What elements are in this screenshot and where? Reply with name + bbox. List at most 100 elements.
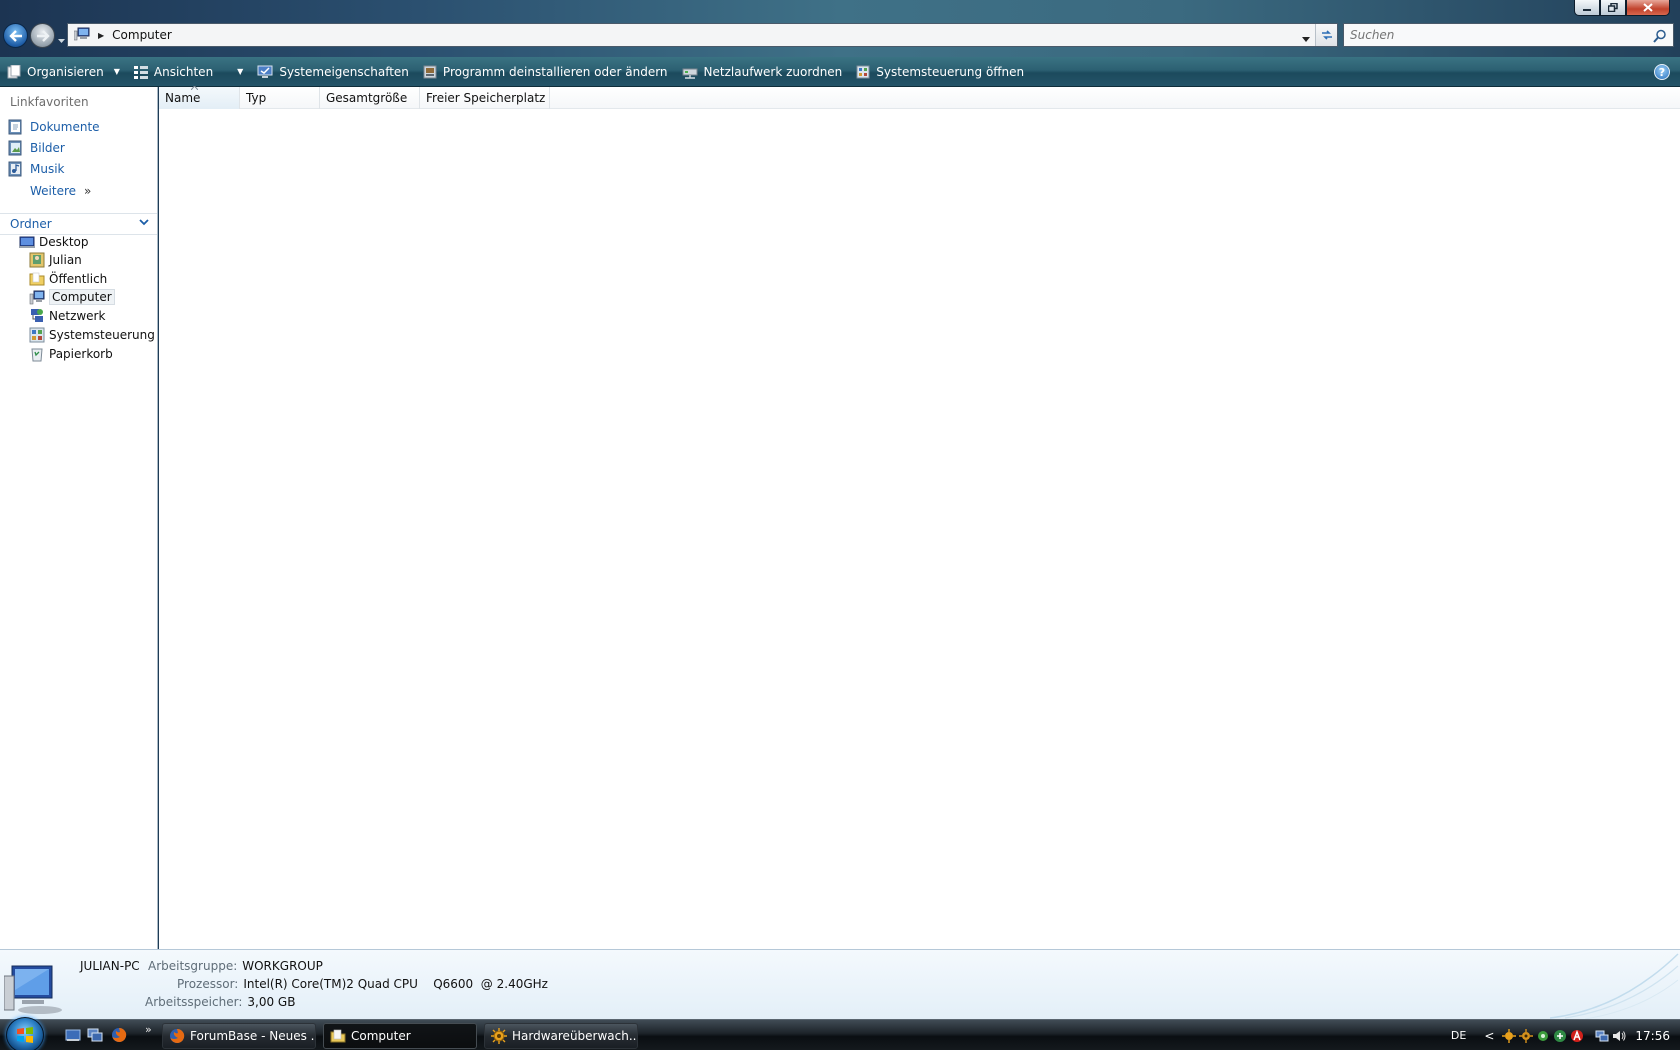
taskbar-button-label: ForumBase - Neues ... [190,1029,316,1043]
folders-header[interactable]: Ordner [0,213,157,235]
network-drive-icon [682,65,698,79]
column-header-type[interactable]: Typ [240,87,320,109]
taskbar-button-label: Computer [351,1029,411,1043]
tree-item-recycle-bin[interactable]: Papierkorb [29,345,113,363]
computer-name: JULIAN-PC [80,959,140,973]
title-bar: ▶ Computer [0,0,1680,57]
tree-item-desktop[interactable]: Desktop [19,233,89,251]
explorer-icon [330,1029,346,1043]
window-controls [1574,0,1670,16]
open-control-panel-button[interactable]: Systemsteuerung öffnen [849,59,1031,85]
clock[interactable]: 17:56 [1635,1029,1670,1043]
details-pane: JULIAN-PC Arbeitsgruppe: WORKGROUP Prozes… [0,949,1680,1019]
sensor-tray-icon[interactable] [1536,1029,1550,1043]
pictures-icon [8,140,22,156]
column-header-label: Freier Speicherplatz [426,91,546,105]
network-status-tray-icon[interactable] [1553,1029,1567,1043]
map-network-drive-button[interactable]: Netzlaufwerk zuordnen [675,59,850,85]
restore-button[interactable] [1600,0,1626,16]
windows-logo-icon [17,1027,33,1043]
tree-item-network[interactable]: Netzwerk [29,307,105,325]
tree-item-public[interactable]: Öffentlich [29,270,107,288]
system-properties-icon [257,65,273,79]
language-indicator[interactable]: DE [1451,1029,1466,1042]
system-properties-label: Systemeigenschaften [279,64,409,79]
search-icon[interactable] [1653,29,1667,46]
system-properties-button[interactable]: Systemeigenschaften [250,59,416,85]
recycle-bin-icon [31,348,43,362]
folders-heading: Ordner [10,217,52,231]
detail-row-memory: Arbeitsspeicher: 3,00 GB [145,995,295,1009]
forward-button[interactable] [30,23,55,48]
breadcrumb-computer[interactable]: Computer [112,28,172,42]
show-hidden-icons-button[interactable]: < [1484,1029,1494,1043]
back-button[interactable] [3,23,28,48]
column-header-label: Name [165,91,201,105]
show-desktop-icon[interactable] [65,1027,81,1043]
column-header-name[interactable]: Name [159,86,240,109]
quick-launch-more-button[interactable]: » [145,1023,152,1036]
antivirus-tray-icon[interactable] [1570,1029,1584,1043]
address-bar[interactable]: ▶ Computer [67,23,1338,47]
switch-windows-icon[interactable] [87,1027,103,1043]
detail-value: Intel(R) Core(TM)2 Quad CPU Q6600 @ 2.40… [243,977,548,991]
control-panel-icon [29,327,45,343]
firefox-icon [170,1028,185,1043]
file-list[interactable]: Name Typ Gesamtgröße Freier Speicherplat… [159,86,1680,949]
taskbar-button-forumbase[interactable]: ForumBase - Neues ... [162,1023,316,1049]
tree-item-label: Computer [49,289,115,305]
more-links-button[interactable]: Weitere » [30,184,91,198]
detail-label: Prozessor: [177,977,239,991]
search-input[interactable] [1350,28,1650,42]
minimize-icon [1583,8,1591,11]
breadcrumb-separator[interactable]: ▶ [98,31,104,40]
address-history-dropdown[interactable] [1302,31,1310,45]
favorite-link-label: Bilder [30,141,65,155]
column-header-total-size[interactable]: Gesamtgröße [320,87,420,109]
tree-item-computer[interactable]: Computer [29,288,115,306]
hardware-monitor-tray-icon[interactable] [1502,1028,1517,1043]
desktop-icon [19,236,35,248]
detail-row-processor: Prozessor: Intel(R) Core(TM)2 Quad CPU Q6… [177,977,548,991]
taskbar-button-hardware-monitor[interactable]: Hardwareüberwach... [484,1023,638,1049]
gear-tray-icon[interactable] [1519,1028,1534,1043]
network-tray-icon[interactable] [1595,1029,1609,1043]
close-button[interactable] [1626,0,1670,16]
favorite-link-documents[interactable]: Dokumente [8,118,100,136]
minimize-button[interactable] [1574,0,1600,16]
column-header-label: Gesamtgröße [326,91,408,105]
firefox-icon[interactable] [111,1027,127,1043]
tree-item-label: Netzwerk [49,309,106,323]
tree-item-label: Julian [49,253,82,267]
views-button[interactable]: Ansichten ▼ [127,59,250,85]
favorite-link-label: Dokumente [30,120,100,134]
control-panel-icon [856,65,870,79]
tree-item-control-panel[interactable]: Systemsteuerung [29,326,155,344]
command-bar: Organisieren ▼ Ansichten ▼ Systemeigensc… [0,57,1680,87]
favorite-link-music[interactable]: Musik [8,160,65,178]
recent-pages-dropdown[interactable] [58,33,65,47]
taskbar-button-computer[interactable]: Computer [323,1023,477,1049]
uninstall-program-button[interactable]: Programm deinstallieren oder ändern [416,59,675,85]
start-button[interactable] [6,1017,44,1050]
back-arrow-icon [8,29,22,42]
forward-arrow-icon [36,29,50,42]
refresh-icon [1321,30,1332,40]
chevron-down-icon [139,219,149,226]
system-tray: DE < 17:56 [1451,1020,1680,1050]
search-box[interactable] [1343,23,1674,47]
sort-ascending-icon [191,86,198,90]
column-header-free-space[interactable]: Freier Speicherplatz [420,87,550,109]
help-button[interactable]: ? [1654,64,1670,80]
favorite-link-pictures[interactable]: Bilder [8,139,65,157]
tree-item-julian[interactable]: Julian [29,251,82,269]
detail-value: WORKGROUP [242,959,323,973]
views-icon [133,65,148,79]
restore-icon [1608,3,1618,12]
volume-icon[interactable] [1612,1029,1626,1043]
network-icon [31,309,43,322]
organize-button[interactable]: Organisieren ▼ [0,59,127,85]
hardware-monitor-icon [491,1028,507,1044]
refresh-button[interactable] [1315,24,1337,46]
chevron-down-icon [1302,37,1310,42]
